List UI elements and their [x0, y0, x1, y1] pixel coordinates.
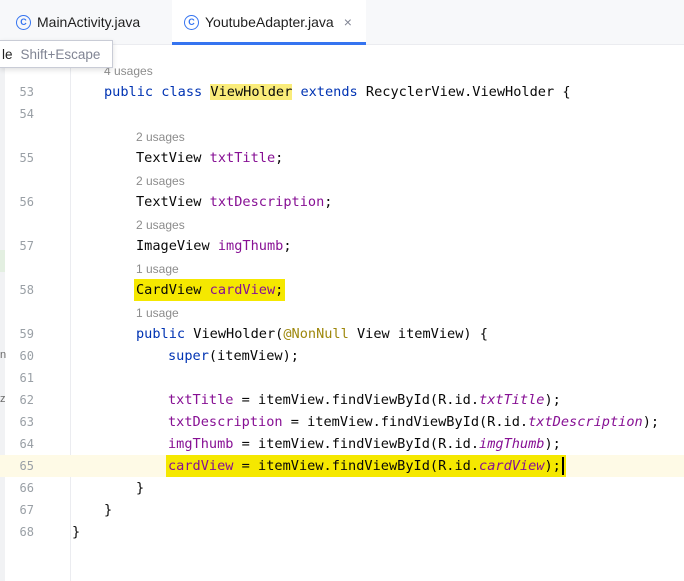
code-line[interactable]: 59 public ViewHolder(@NonNull View itemV…	[0, 323, 684, 345]
usages-hint[interactable]: 2 usages	[136, 172, 185, 190]
text-cursor	[561, 457, 564, 475]
line-number: 66	[19, 481, 34, 495]
code-line[interactable]: 61	[0, 367, 684, 389]
code-line-current[interactable]: 65 cardView = itemView.findViewById(R.id…	[0, 455, 684, 477]
tab-label: YoutubeAdapter.java	[205, 14, 334, 30]
code-text: }	[72, 524, 81, 540]
line-number: 60	[19, 349, 34, 363]
close-icon[interactable]: ×	[344, 14, 352, 30]
editor-tab-bar: C MainActivity.java C YoutubeAdapter.jav…	[0, 0, 684, 45]
code-line[interactable]: 67 }	[0, 499, 684, 521]
code-text: public class ViewHolder extends Recycler…	[104, 84, 571, 100]
line-number: 68	[19, 525, 34, 539]
code-line[interactable]: 57 ImageView imgThumb;	[0, 235, 684, 257]
usages-hint[interactable]: 2 usages	[136, 216, 185, 234]
tooltip-shortcut: Shift+Escape	[20, 46, 101, 62]
line-number: 56	[19, 195, 34, 209]
code-line[interactable]: 54	[0, 103, 684, 125]
line-number: 54	[19, 107, 34, 121]
code-line[interactable]: 56 TextView txtDescription;	[0, 191, 684, 213]
code-text: }	[104, 502, 113, 518]
code-line[interactable]: 58 CardView cardView;	[0, 279, 684, 301]
code-text: }	[136, 480, 145, 496]
code-line[interactable]: 68 }	[0, 521, 684, 543]
code-line[interactable]: 55 TextView txtTitle;	[0, 147, 684, 169]
line-number: 58	[19, 283, 34, 297]
line-number: 57	[19, 239, 34, 253]
code-line[interactable]: 60 super(itemView);	[0, 345, 684, 367]
code-text: imgThumb = itemView.findViewById(R.id.im…	[168, 436, 561, 452]
line-number: 59	[19, 327, 34, 341]
code-line[interactable]: 63 txtDescription = itemView.findViewByI…	[0, 411, 684, 433]
line-number: 63	[19, 415, 34, 429]
code-text: public ViewHolder(@NonNull View itemView…	[136, 326, 488, 342]
line-number: 65	[19, 459, 34, 473]
code-text-highlighted: cardView = itemView.findViewById(R.id.ca…	[166, 455, 566, 477]
code-line[interactable]: 66 }	[0, 477, 684, 499]
line-number: 53	[19, 85, 34, 99]
code-text: TextView txtDescription;	[136, 194, 333, 210]
code-line[interactable]: 53 public class ViewHolder extends Recyc…	[0, 81, 684, 103]
usages-hint[interactable]: 1 usage	[136, 304, 179, 322]
code-text-highlighted: CardView cardView;	[134, 279, 286, 301]
class-c-icon: C	[184, 14, 199, 30]
line-number: 61	[19, 371, 34, 385]
class-c-icon: C	[16, 14, 31, 30]
usages-hint[interactable]: 2 usages	[136, 128, 185, 146]
tab-youtube-adapter[interactable]: C YoutubeAdapter.java ×	[172, 0, 366, 45]
code-text: TextView txtTitle;	[136, 150, 284, 166]
code-text: super(itemView);	[168, 348, 299, 364]
line-number: 67	[19, 503, 34, 517]
usages-hint[interactable]: 1 usage	[136, 260, 179, 278]
line-number: 62	[19, 393, 34, 407]
tooltip-text: le	[2, 46, 13, 62]
active-tab-indicator	[172, 42, 366, 45]
code-line[interactable]: 62 txtTitle = itemView.findViewById(R.id…	[0, 389, 684, 411]
code-line[interactable]: 64 imgThumb = itemView.findViewById(R.id…	[0, 433, 684, 455]
line-number: 55	[19, 151, 34, 165]
code-text: ImageView imgThumb;	[136, 238, 292, 254]
line-number: 64	[19, 437, 34, 451]
code-text: txtDescription = itemView.findViewById(R…	[168, 414, 660, 430]
code-text: txtTitle = itemView.findViewById(R.id.tx…	[168, 392, 561, 408]
shortcut-tooltip: le Shift+Escape	[0, 40, 113, 68]
tab-label: MainActivity.java	[37, 14, 141, 30]
tab-main-activity[interactable]: C MainActivity.java	[16, 0, 166, 44]
